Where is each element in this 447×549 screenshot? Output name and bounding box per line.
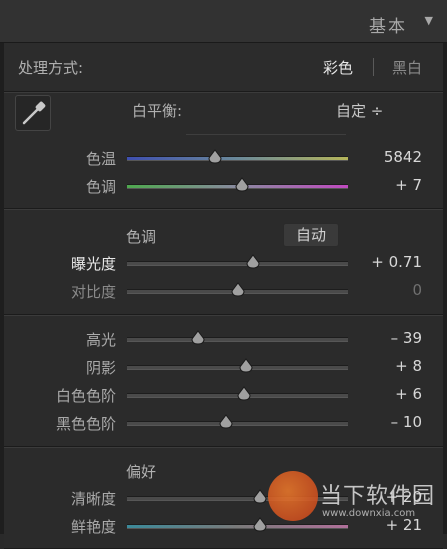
slider-value[interactable]: + 0.71 <box>356 253 422 271</box>
panel-header[interactable]: 基本 ▼ <box>0 0 447 43</box>
slider-thumb[interactable] <box>208 149 222 165</box>
treatment-row: 处理方式: 彩色 黑白 <box>4 43 443 92</box>
treatment-color-option[interactable]: 彩色 <box>323 57 353 78</box>
slider-thumb[interactable] <box>235 177 249 193</box>
slider-label: 对比度 <box>70 283 116 301</box>
slider-thumb[interactable] <box>230 282 245 298</box>
white-balance-dropdown[interactable]: 自定 ÷ <box>336 100 383 121</box>
slider-value[interactable]: – 39 <box>356 329 422 347</box>
auto-tone-button[interactable]: 自动 <box>283 223 339 247</box>
slider-label: 白色色阶 <box>55 387 116 405</box>
slider-thumb[interactable] <box>253 489 267 505</box>
panel-right-edge <box>443 43 447 534</box>
watermark-logo <box>268 471 318 521</box>
slider-value[interactable]: – 10 <box>356 413 422 431</box>
slider-track[interactable] <box>127 421 348 426</box>
white-balance-divider <box>186 134 346 135</box>
slider-value[interactable]: + 8 <box>356 357 422 375</box>
slider-track[interactable] <box>127 261 348 266</box>
treatment-label: 处理方式: <box>18 59 84 77</box>
slider-thumb[interactable] <box>239 358 253 374</box>
slider-value[interactable]: 0 <box>356 281 422 299</box>
slider-label: 色温 <box>85 150 116 168</box>
slider-thumb[interactable] <box>253 517 267 533</box>
slider-track[interactable] <box>127 524 348 529</box>
slider-label: 阴影 <box>85 359 116 377</box>
triangle-down-icon[interactable]: ▼ <box>425 14 433 27</box>
white-balance-label: 白平衡: <box>132 102 183 120</box>
slider-value[interactable]: + 6 <box>356 385 422 403</box>
slider-thumb[interactable] <box>246 254 260 270</box>
panel-title: 基本 <box>369 17 407 37</box>
slider-label: 清晰度 <box>70 490 116 508</box>
watermark-brand: 当下软件园 <box>320 484 436 509</box>
slider-track[interactable] <box>127 156 348 161</box>
slider-track[interactable] <box>127 365 348 370</box>
slider-label: 高光 <box>85 331 116 349</box>
slider-value[interactable]: + 7 <box>356 176 422 194</box>
slider-label: 色调 <box>85 178 116 196</box>
slider-label: 曝光度 <box>70 255 116 273</box>
slider-track[interactable] <box>127 337 348 342</box>
slider-value[interactable]: 5842 <box>356 148 422 166</box>
tone-heading: 色调 <box>126 228 157 246</box>
watermark-url: www.downxia.com <box>322 508 416 519</box>
treatment-divider <box>373 58 374 76</box>
slider-label: 黑色色阶 <box>55 415 116 433</box>
slider-thumb[interactable] <box>219 414 233 430</box>
slider-thumb[interactable] <box>191 330 205 346</box>
eyedropper-icon[interactable] <box>15 95 51 131</box>
slider-thumb[interactable] <box>237 386 251 402</box>
presence-heading: 偏好 <box>126 463 157 481</box>
treatment-bw-option[interactable]: 黑白 <box>392 57 422 78</box>
